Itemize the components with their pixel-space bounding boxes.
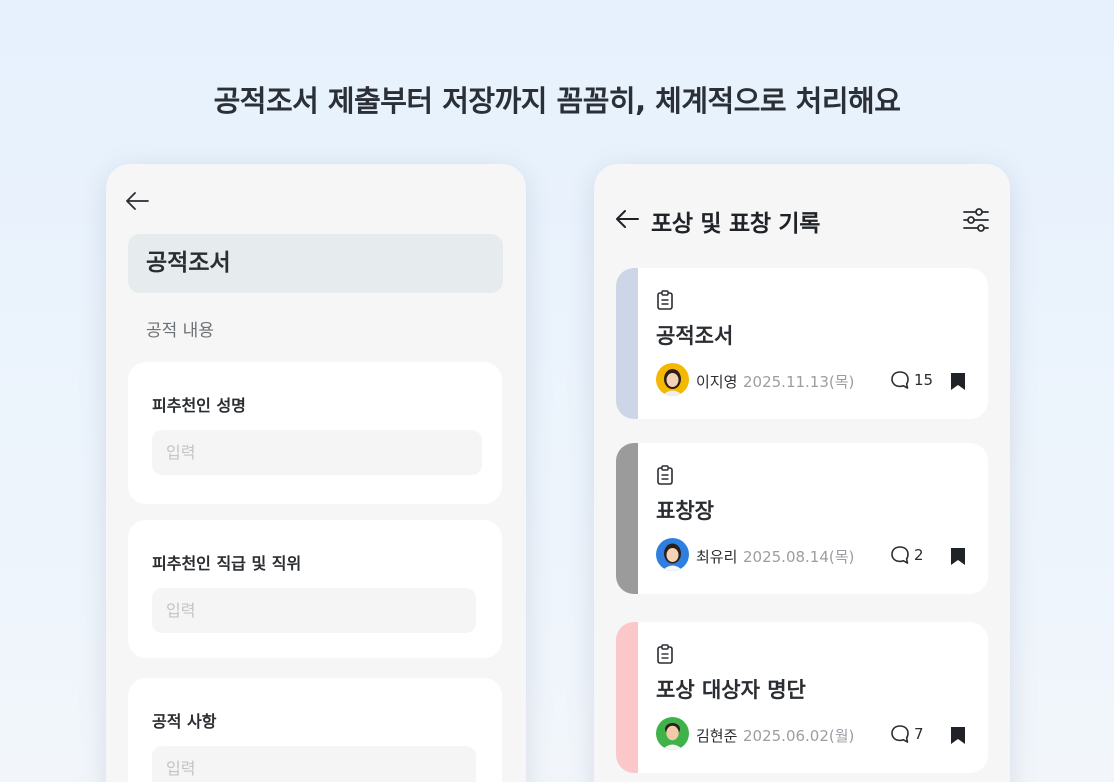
field-label: 공적 사항 bbox=[152, 712, 217, 731]
field-card-name: 피추천인 성명 bbox=[128, 362, 502, 504]
comment-icon[interactable] bbox=[890, 370, 910, 390]
section-label: 공적 내용 bbox=[146, 321, 214, 341]
clipboard-icon bbox=[657, 465, 673, 485]
record-title: 공적조서 bbox=[656, 324, 734, 348]
record-color-bar bbox=[616, 622, 638, 773]
field-label: 피추천인 직급 및 직위 bbox=[152, 554, 302, 573]
form-screen: 공적조서 공적 내용 피추천인 성명 피추천인 직급 및 직위 공적 사항 bbox=[106, 164, 526, 782]
records-screen: 포상 및 표창 기록 공적조서 이지영 2025.11.13(목) 15 표창장… bbox=[594, 164, 1010, 782]
comment-count: 15 bbox=[914, 371, 934, 389]
comment-icon[interactable] bbox=[890, 545, 910, 565]
record-color-bar bbox=[616, 268, 638, 419]
nominee-name-input[interactable] bbox=[152, 430, 482, 475]
clipboard-icon bbox=[657, 644, 673, 664]
bookmark-icon[interactable] bbox=[950, 547, 966, 566]
record-card[interactable]: 표창장 최유리 2025.08.14(목) 2 bbox=[616, 443, 988, 594]
avatar bbox=[656, 538, 689, 571]
record-date: 2025.08.14(목) bbox=[743, 548, 855, 566]
avatar bbox=[656, 717, 689, 750]
page-title: 포상 및 표창 기록 bbox=[651, 211, 821, 237]
bookmark-icon[interactable] bbox=[950, 372, 966, 391]
merit-details-input[interactable] bbox=[152, 746, 476, 782]
bookmark-icon[interactable] bbox=[950, 726, 966, 745]
form-title: 공적조서 bbox=[128, 234, 503, 293]
field-card-merit: 공적 사항 bbox=[128, 678, 502, 782]
record-author: 이지영 bbox=[696, 373, 738, 391]
record-title: 표창장 bbox=[656, 499, 714, 523]
sliders-icon[interactable] bbox=[962, 207, 990, 233]
record-date: 2025.06.02(월) bbox=[743, 727, 855, 745]
record-card[interactable]: 공적조서 이지영 2025.11.13(목) 15 bbox=[616, 268, 988, 419]
comment-count: 7 bbox=[914, 725, 924, 743]
record-color-bar bbox=[616, 443, 638, 594]
record-title: 포상 대상자 명단 bbox=[656, 678, 806, 702]
record-card[interactable]: 포상 대상자 명단 김현준 2025.06.02(월) 7 bbox=[616, 622, 988, 773]
comment-icon[interactable] bbox=[890, 724, 910, 744]
record-author: 최유리 bbox=[696, 548, 738, 566]
nominee-position-input[interactable] bbox=[152, 588, 476, 633]
field-card-position: 피추천인 직급 및 직위 bbox=[128, 520, 502, 658]
field-label: 피추천인 성명 bbox=[152, 396, 246, 415]
clipboard-icon bbox=[657, 290, 673, 310]
record-author: 김현준 bbox=[696, 727, 738, 745]
arrow-left-icon[interactable] bbox=[124, 190, 150, 212]
record-date: 2025.11.13(목) bbox=[743, 373, 855, 391]
page-headline: 공적조서 제출부터 저장까지 꼼꼼히, 체계적으로 처리해요 bbox=[213, 84, 901, 118]
arrow-left-icon[interactable] bbox=[614, 208, 640, 230]
avatar bbox=[656, 363, 689, 396]
comment-count: 2 bbox=[914, 546, 924, 564]
